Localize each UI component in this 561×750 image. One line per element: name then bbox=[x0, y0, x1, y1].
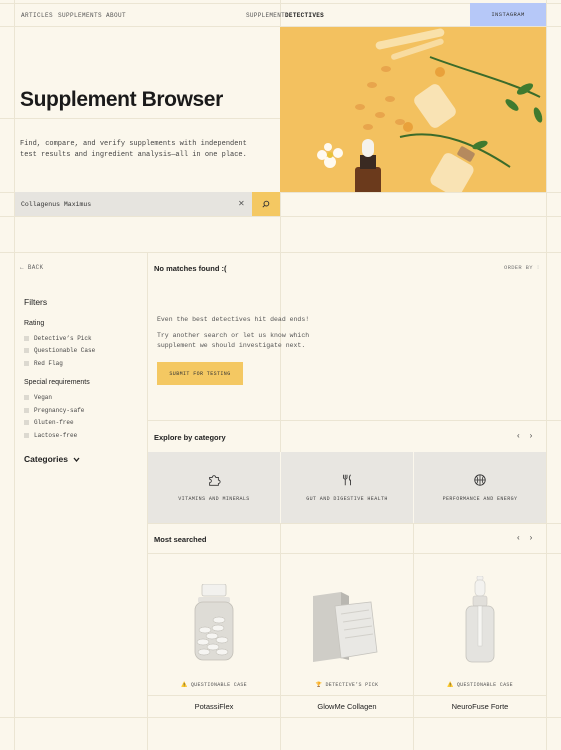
filter-label: Pregnancy-safe bbox=[34, 407, 85, 414]
checkbox[interactable] bbox=[24, 420, 29, 425]
rating-badge: ⚠️ QUESTIONABLE CASE bbox=[181, 682, 247, 688]
puzzle-icon bbox=[209, 475, 221, 486]
filter-pregnancy-safe[interactable]: Pregnancy-safe bbox=[24, 407, 84, 414]
filter-label: Lactose-free bbox=[34, 432, 78, 439]
grid-line bbox=[0, 216, 561, 217]
intro-text: Find, compare, and verify supplements wi… bbox=[20, 140, 247, 159]
checkbox[interactable] bbox=[24, 361, 29, 366]
category-label: PERFORMANCE AND ENERGY bbox=[442, 496, 518, 502]
filter-label: Red Flag bbox=[34, 360, 63, 367]
product-name: NeuroFuse Forte bbox=[451, 702, 509, 711]
category-performance-and-energy[interactable]: PERFORMANCE AND ENERGY bbox=[414, 452, 546, 523]
grid-line bbox=[147, 523, 561, 524]
nav-articles-link[interactable]: ARTICLES bbox=[21, 12, 53, 19]
category-label: GUT AND DIGESTIVE HEALTH bbox=[306, 496, 388, 502]
checkbox[interactable] bbox=[24, 348, 29, 353]
order-by-button[interactable]: ORDER BY ⁞ bbox=[504, 264, 540, 271]
search-input[interactable]: Collagenus Maximus bbox=[15, 192, 252, 216]
brand-bold-text: DETECTIVES bbox=[285, 12, 325, 19]
most-searched-arrows: ‹ › bbox=[517, 533, 532, 542]
grid-line bbox=[147, 420, 561, 421]
submit-for-testing-button[interactable]: SUBMIT FOR TESTING bbox=[157, 362, 243, 385]
order-by-label: ORDER BY bbox=[504, 264, 533, 271]
grid-line bbox=[0, 252, 561, 253]
page-title: Supplement Browser bbox=[20, 88, 223, 111]
nav-about-link[interactable]: ABOUT bbox=[106, 12, 126, 19]
product-name: PotassiFlex bbox=[194, 702, 234, 711]
rating-label: Rating bbox=[24, 320, 45, 327]
hero-illustration bbox=[280, 27, 546, 192]
grid-line bbox=[546, 0, 547, 750]
fork-knife-icon bbox=[343, 474, 351, 486]
search-button[interactable] bbox=[252, 192, 280, 216]
explore-title: Explore by category bbox=[154, 433, 226, 442]
grid-line bbox=[0, 717, 561, 718]
pill-bottle-image bbox=[194, 584, 234, 661]
back-link[interactable]: ← BACK bbox=[20, 264, 43, 271]
rating-badge: 🏆 DETECTIVE’S PICK bbox=[315, 682, 379, 688]
filter-questionable-case[interactable]: Questionable Case bbox=[24, 347, 95, 354]
filter-red-flag[interactable]: Red Flag bbox=[24, 360, 63, 367]
chevron-left-icon[interactable]: ‹ bbox=[517, 533, 520, 542]
most-searched-title: Most searched bbox=[154, 535, 207, 544]
empty-message-line3: supplement we should investigate next. bbox=[157, 342, 306, 349]
grid-line bbox=[14, 0, 15, 750]
nav-supplements-link[interactable]: SUPPLEMENTS bbox=[58, 12, 102, 19]
checkbox[interactable] bbox=[24, 408, 29, 413]
category-list: VITAMINS AND MINERALS GUT AND DIGESTIVE … bbox=[148, 452, 546, 523]
category-label: VITAMINS AND MINERALS bbox=[178, 496, 250, 502]
filter-lactose-free[interactable]: Lactose-free bbox=[24, 432, 77, 439]
chevron-down-icon bbox=[73, 457, 80, 462]
category-gut-and-digestive-health[interactable]: GUT AND DIGESTIVE HEALTH bbox=[281, 452, 414, 523]
sachet-pack-image bbox=[313, 592, 378, 662]
filter-label: Gluten-free bbox=[34, 419, 74, 426]
product-name: GlowMe Collagen bbox=[317, 702, 377, 711]
filter-detectives-pick[interactable]: Detective’s Pick bbox=[24, 335, 92, 342]
filter-label: Vegan bbox=[34, 394, 53, 401]
product-card-potassiflex[interactable]: ⚠️ QUESTIONABLE CASE PotassiFlex bbox=[148, 554, 280, 717]
close-icon[interactable]: ✕ bbox=[238, 199, 245, 208]
search-input-value: Collagenus Maximus bbox=[21, 200, 92, 208]
checkbox[interactable] bbox=[24, 433, 29, 438]
category-vitamins-and-minerals[interactable]: VITAMINS AND MINERALS bbox=[148, 452, 281, 523]
chevron-right-icon[interactable]: › bbox=[530, 533, 533, 542]
rating-badge: ⚠️ QUESTIONABLE CASE bbox=[447, 682, 513, 688]
empty-message-line1: Even the best detectives hit dead ends! bbox=[157, 316, 310, 323]
checkbox[interactable] bbox=[24, 395, 29, 400]
special-requirements-label: Special requirements bbox=[24, 379, 90, 386]
filters-title: Filters bbox=[24, 297, 48, 307]
categories-toggle[interactable]: Categories bbox=[24, 454, 80, 464]
categories-label: Categories bbox=[24, 454, 68, 464]
results-status: No matches found :( bbox=[154, 264, 227, 273]
checkbox[interactable] bbox=[24, 336, 29, 341]
filter-gluten-free[interactable]: Gluten-free bbox=[24, 419, 74, 426]
grid-line bbox=[0, 118, 280, 119]
dropper-bottle-image bbox=[465, 576, 495, 663]
product-card-neurofuse-forte[interactable]: ⚠️ QUESTIONABLE CASE NeuroFuse Forte bbox=[414, 554, 546, 717]
sort-icon: ⁞ bbox=[536, 264, 541, 271]
chevron-right-icon[interactable]: › bbox=[530, 431, 533, 440]
filter-label: Detective’s Pick bbox=[34, 335, 92, 342]
filter-label: Questionable Case bbox=[34, 347, 96, 354]
instagram-button[interactable]: INSTAGRAM bbox=[470, 3, 546, 26]
brand-light-text: SUPPLEMENT bbox=[246, 12, 286, 19]
explore-arrows: ‹ › bbox=[517, 431, 532, 440]
hero-image bbox=[280, 27, 546, 192]
chevron-left-icon[interactable]: ‹ bbox=[517, 431, 520, 440]
search-icon bbox=[262, 200, 270, 208]
basketball-icon bbox=[474, 474, 486, 486]
filter-vegan[interactable]: Vegan bbox=[24, 394, 52, 401]
brand-logo[interactable]: SUPPLEMENTDETECTIVES bbox=[246, 12, 324, 19]
product-card-glowme-collagen[interactable]: 🏆 DETECTIVE’S PICK GlowMe Collagen bbox=[281, 554, 413, 717]
